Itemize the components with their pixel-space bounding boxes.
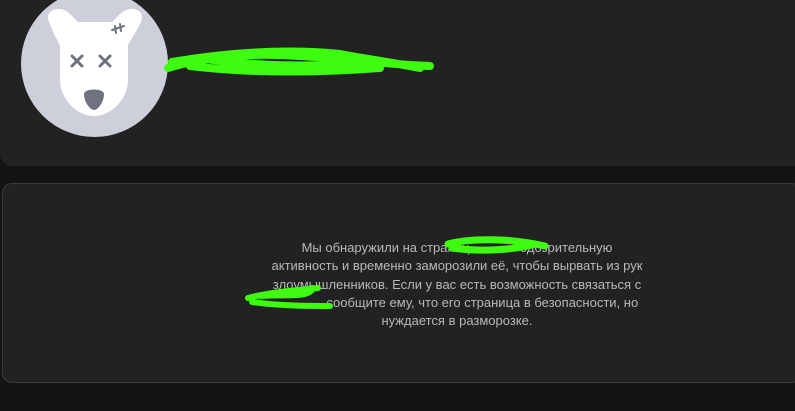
notice-line-1: Мы обнаружили на страниц одозрительную [301,240,613,255]
page: Мы обнаружили на страниц одозрительную а… [0,0,795,411]
frozen-notice-text: Мы обнаружили на страниц одозрительную а… [249,239,665,330]
notice-line-3: злоумышленников. Если у вас есть возможн… [272,276,642,292]
profile-header-card [0,0,795,166]
notice-line-5: нуждается в разморозке. [381,313,533,329]
notice-line-4: сообщите ему, что его страница в безопас… [275,294,639,310]
redacted-name [164,47,434,76]
avatar[interactable] [20,0,169,137]
notice-line-2: активность и временно заморозили её, что… [271,258,643,274]
frozen-notice-card: Мы обнаружили на страниц одозрительную а… [2,183,795,383]
